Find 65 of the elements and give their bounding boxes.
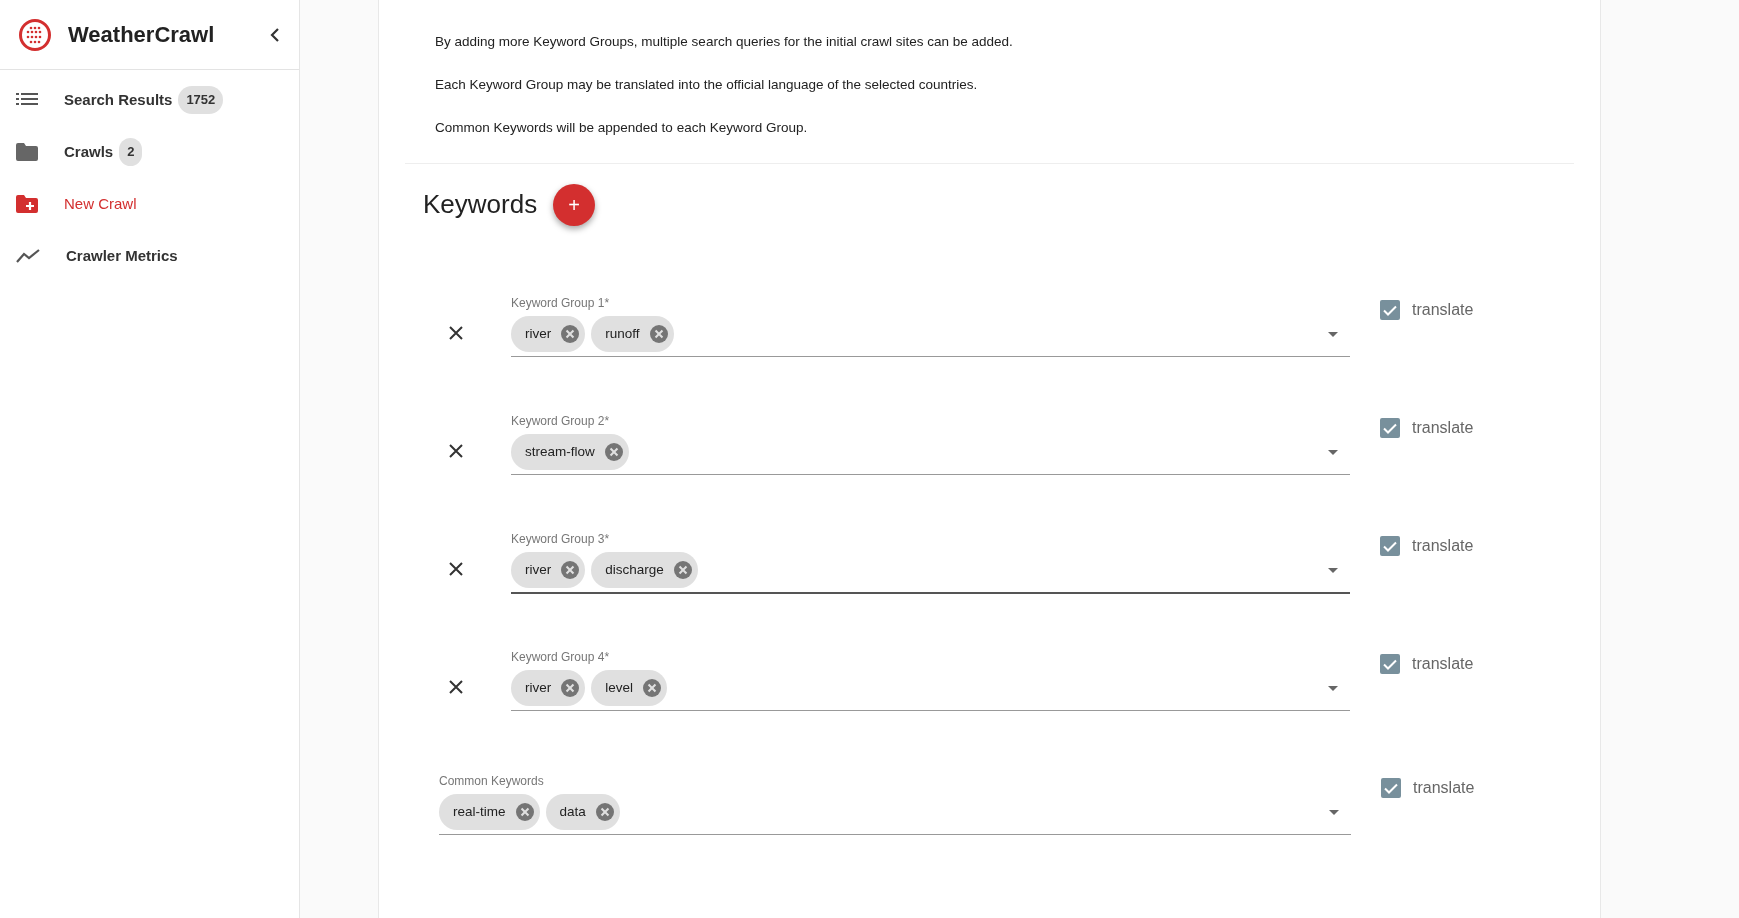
folder-icon [16,143,38,161]
item-label: New Crawl [64,193,137,214]
keyword-chip[interactable]: real-time [439,794,540,830]
chip-input-field[interactable]: Keyword Group 2* stream-flow [511,412,1350,475]
dropdown-caret-icon[interactable] [1328,449,1338,455]
info-text: Common Keywords will be appended to each Keyword Group. [434,119,809,137]
dropdown-caret-icon[interactable] [1328,567,1338,573]
field-label: Common Keywords [439,773,544,790]
keyword-chip[interactable]: data [545,794,620,830]
item-label: Crawler Metrics [66,245,178,266]
sidebar-item[interactable]: New Crawl [0,178,299,230]
remove-icon[interactable] [595,803,614,821]
remove-icon[interactable] [561,325,580,343]
keyword-chip[interactable]: runoff [591,316,674,352]
section-heading: Keywords [423,189,538,221]
checkbox-label: translate [1412,536,1474,556]
collapse-icon[interactable] [269,26,281,43]
keyword-chip[interactable]: level [591,670,667,706]
folder-plus-icon [16,195,38,213]
item-label: Crawls [64,141,114,162]
checkbox[interactable] [1380,300,1400,320]
checkbox[interactable] [1381,778,1401,798]
chip-input-field[interactable]: Keyword Group 1* river runoff [511,294,1350,357]
checkbox[interactable] [1380,418,1400,438]
chip-input-field[interactable]: Keyword Group 3* river discharge [511,530,1350,594]
checkbox[interactable] [1380,536,1400,556]
count-badge: 1752 [178,86,224,114]
count-badge: 2 [119,138,143,166]
info-text: By adding more Keyword Groups, multiple search queries for the initial crawl sites can be added. [434,33,1014,51]
field-label: Keyword Group 2* [511,413,610,430]
keyword-chip[interactable]: river [511,670,586,706]
item-label: Search Results [64,89,173,110]
remove-icon[interactable] [649,325,668,343]
list-icon [16,92,38,108]
logo-icon [18,17,52,52]
chip-input-field[interactable]: Keyword Group 4* river level [511,648,1350,711]
dropdown-caret-icon[interactable] [1328,331,1338,337]
sidebar-item[interactable]: Crawls 2 [0,126,299,178]
dropdown-caret-icon[interactable] [1328,685,1338,691]
checkbox-label: translate [1412,418,1474,438]
line-chart-icon [16,249,40,263]
field-label: Keyword Group 4* [511,649,610,666]
add-button[interactable]: + [553,184,596,226]
chip-input-field[interactable]: Common Keywords real-time data [439,772,1351,835]
keyword-chip[interactable]: discharge [591,552,698,588]
keyword-chip[interactable]: river [511,552,586,588]
info-text: Each Keyword Group may be translated into the official language of the selected countries. [434,76,979,94]
checkbox-label: translate [1412,300,1474,320]
dropdown-caret-icon[interactable] [1329,809,1339,815]
checkbox[interactable] [1380,654,1400,674]
remove-icon[interactable] [561,561,580,579]
field-label: Keyword Group 1* [511,295,610,312]
remove-icon[interactable] [561,679,580,697]
keyword-chip[interactable]: stream-flow [511,434,629,470]
checkbox-label: translate [1412,654,1474,674]
sidebar-item[interactable]: Crawler Metrics [0,230,299,282]
app-title: WeatherCrawl [68,21,216,49]
remove-icon[interactable] [643,679,661,697]
remove-icon[interactable] [515,803,534,821]
checkbox-label: translate [1413,778,1475,798]
remove-icon[interactable] [673,561,692,579]
keyword-chip[interactable]: river [511,316,586,352]
sidebar-item[interactable]: Search Results 1752 [0,74,299,126]
field-label: Keyword Group 3* [511,531,610,548]
remove-icon[interactable] [604,443,623,461]
